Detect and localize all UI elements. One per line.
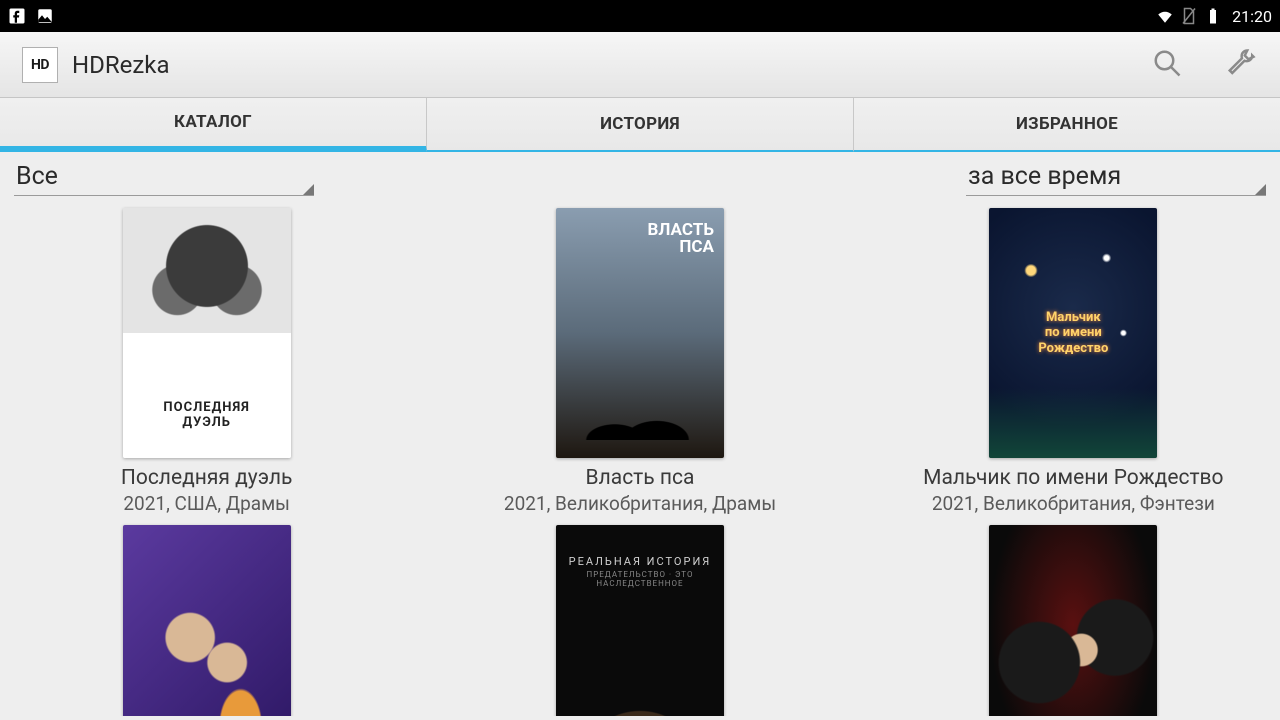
filter-row: Все за все время <box>0 152 1280 202</box>
tab-bar: КАТАЛОГ ИСТОРИЯ ИЗБРАННОЕ <box>0 98 1280 152</box>
movie-card[interactable]: ПОСЛЕДНЯЯДУЭЛЬ Последняя дуэль 2021, США… <box>0 208 413 515</box>
app-title: HDRezka <box>72 51 170 79</box>
movie-card[interactable] <box>867 525 1280 716</box>
filter-value: за все время <box>968 162 1121 191</box>
filter-period-spinner[interactable]: за все время <box>966 162 1266 196</box>
android-status-bar: 21:20 <box>0 0 1280 32</box>
movie-meta: 2021, Великобритания, Фэнтези <box>932 492 1215 515</box>
movie-card[interactable] <box>0 525 413 716</box>
movie-title: Мальчик по имени Рождество <box>923 466 1223 490</box>
battery-icon <box>1204 7 1222 25</box>
settings-wrench-icon[interactable] <box>1226 48 1256 82</box>
app-bar: HD HDRezka <box>0 32 1280 98</box>
movie-meta: 2021, Великобритания, Драмы <box>504 492 776 515</box>
movie-title: Власть пса <box>586 466 695 490</box>
search-icon[interactable] <box>1152 48 1182 82</box>
filter-value: Все <box>16 162 58 191</box>
movie-card[interactable]: Мальчикпо имениРождество Мальчик по имен… <box>867 208 1280 515</box>
tab-label: ИСТОРИЯ <box>600 114 680 134</box>
movie-grid: ПОСЛЕДНЯЯДУЭЛЬ Последняя дуэль 2021, США… <box>0 208 1280 716</box>
movie-card[interactable]: ВЛАСТЬПСА Власть пса 2021, Великобритани… <box>433 208 846 515</box>
movie-title: Последняя дуэль <box>121 466 293 490</box>
filter-category-spinner[interactable]: Все <box>14 162 314 196</box>
no-sim-icon <box>1180 7 1198 25</box>
tab-favorites[interactable]: ИЗБРАННОЕ <box>854 98 1280 152</box>
movie-meta: 2021, США, Драмы <box>123 492 290 515</box>
movie-poster <box>989 525 1157 716</box>
gallery-icon <box>36 7 54 25</box>
tab-history[interactable]: ИСТОРИЯ <box>427 98 854 152</box>
movie-poster: ВЛАСТЬПСА <box>556 208 724 458</box>
movie-poster: ПОСЛЕДНЯЯДУЭЛЬ <box>123 208 291 458</box>
facebook-icon <box>8 7 26 25</box>
movie-poster <box>123 525 291 716</box>
tab-catalog[interactable]: КАТАЛОГ <box>0 98 427 152</box>
tab-label: ИЗБРАННОЕ <box>1016 114 1118 134</box>
content-scroll[interactable]: ПОСЛЕДНЯЯДУЭЛЬ Последняя дуэль 2021, США… <box>0 202 1280 716</box>
movie-poster: Мальчикпо имениРождество <box>989 208 1157 458</box>
status-time: 21:20 <box>1232 7 1272 26</box>
tab-label: КАТАЛОГ <box>174 112 252 132</box>
movie-poster: РЕАЛЬНАЯ ИСТОРИЯ ПРЕДАТЕЛЬСТВО · ЭТО НАС… <box>556 525 724 716</box>
app-logo: HD <box>22 47 58 83</box>
movie-card[interactable]: РЕАЛЬНАЯ ИСТОРИЯ ПРЕДАТЕЛЬСТВО · ЭТО НАС… <box>433 525 846 716</box>
wifi-icon <box>1156 7 1174 25</box>
